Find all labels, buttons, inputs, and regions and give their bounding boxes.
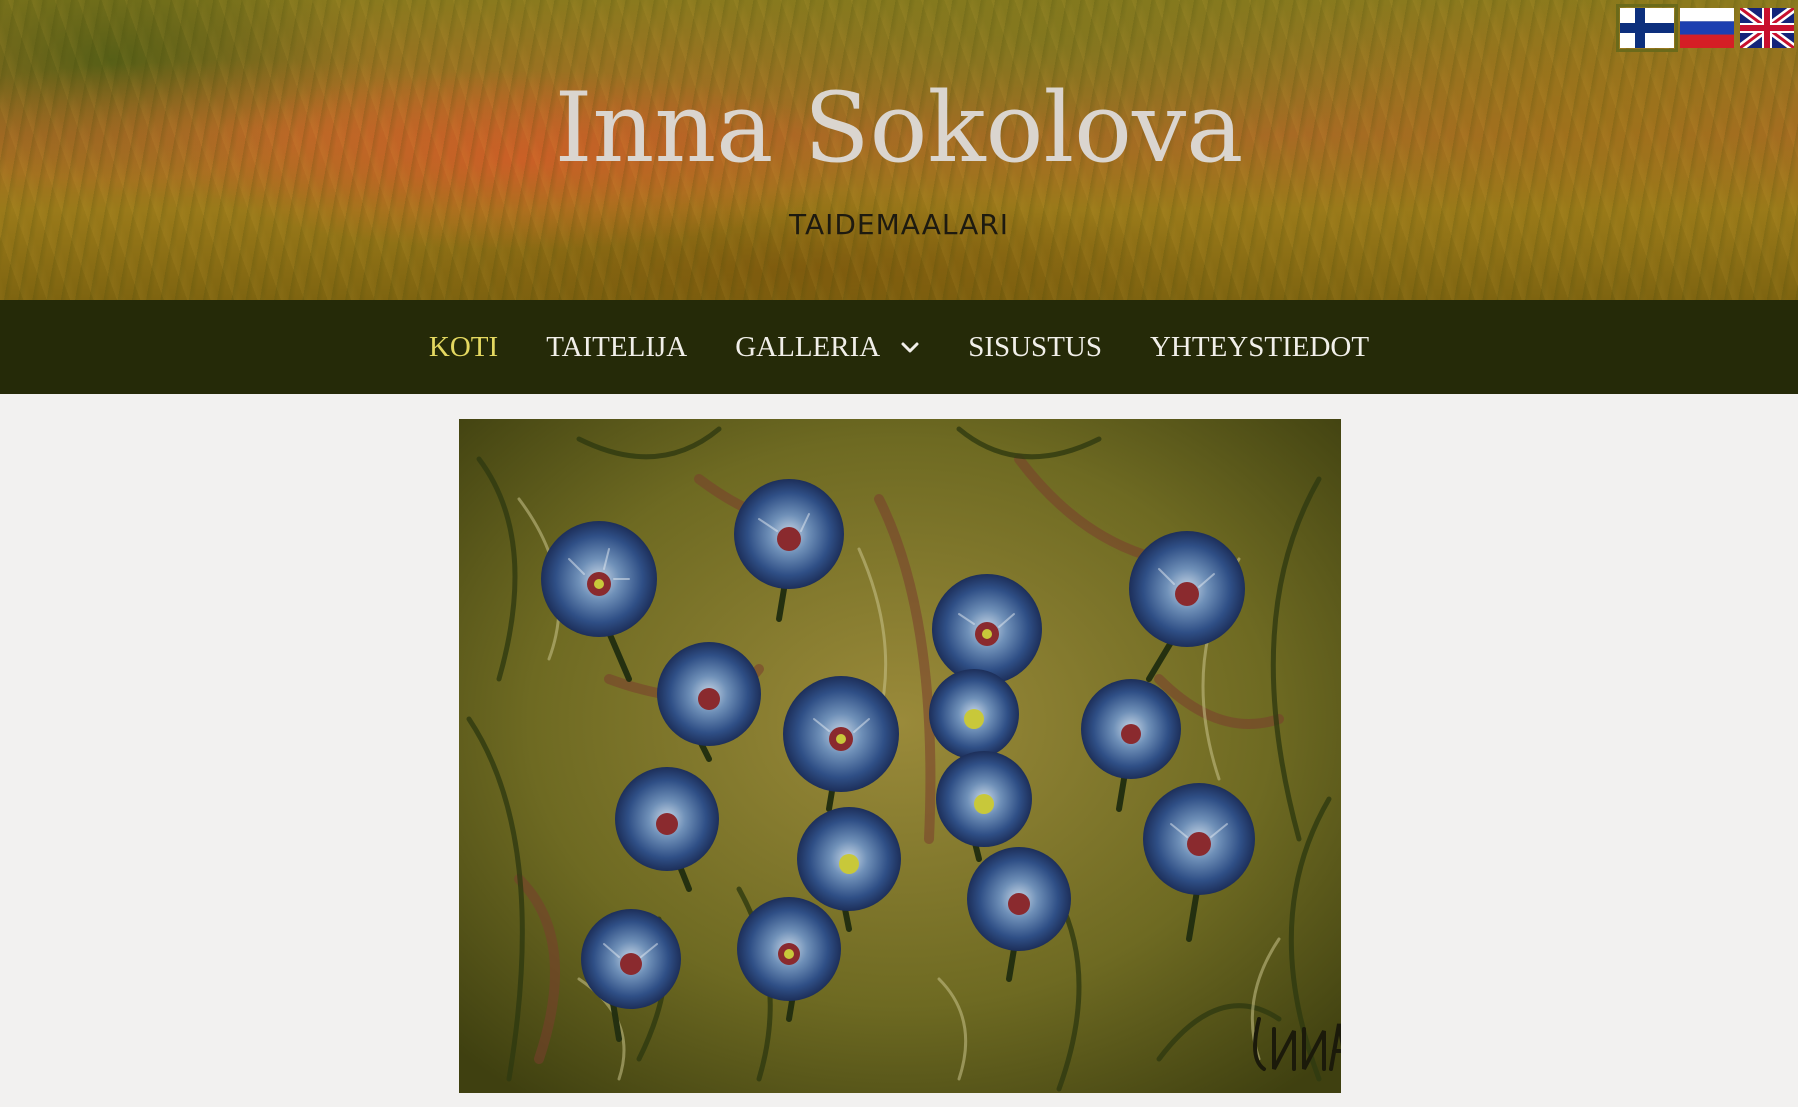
language-switcher [1616, 4, 1794, 52]
nav-item-label: SISUSTUS [968, 330, 1102, 363]
nav-item-label: TAITELIJA [546, 330, 688, 363]
chevron-down-icon[interactable] [900, 337, 920, 357]
hero-painting [459, 419, 1341, 1093]
main-navigation: KOTI TAITELIJA GALLERIA SISUSTUS YHTEYST… [0, 300, 1798, 394]
nav-list: KOTI TAITELIJA GALLERIA SISUSTUS YHTEYST… [405, 331, 1393, 364]
finland-flag-icon[interactable] [1616, 4, 1678, 52]
nav-item-galleria[interactable]: GALLERIA [711, 331, 944, 364]
nav-item-label: GALLERIA [735, 330, 881, 363]
nav-item-yhteystiedot[interactable]: YHTEYSTIEDOT [1126, 331, 1393, 364]
site-subtitle: TAIDEMAALARI [789, 208, 1009, 241]
nav-item-taitelija[interactable]: TAITELIJA [522, 331, 711, 364]
russia-flag-icon[interactable] [1680, 8, 1734, 48]
header-banner: Inna Sokolova TAIDEMAALARI [0, 0, 1798, 300]
uk-flag-icon[interactable] [1740, 8, 1794, 48]
nav-item-koti[interactable]: KOTI [405, 331, 522, 364]
cornflowers-painting-image [459, 419, 1341, 1093]
nav-item-label: KOTI [428, 330, 499, 363]
site-title[interactable]: Inna Sokolova [0, 72, 1798, 184]
nav-item-sisustus[interactable]: SISUSTUS [944, 331, 1126, 364]
nav-item-label: YHTEYSTIEDOT [1149, 330, 1370, 363]
